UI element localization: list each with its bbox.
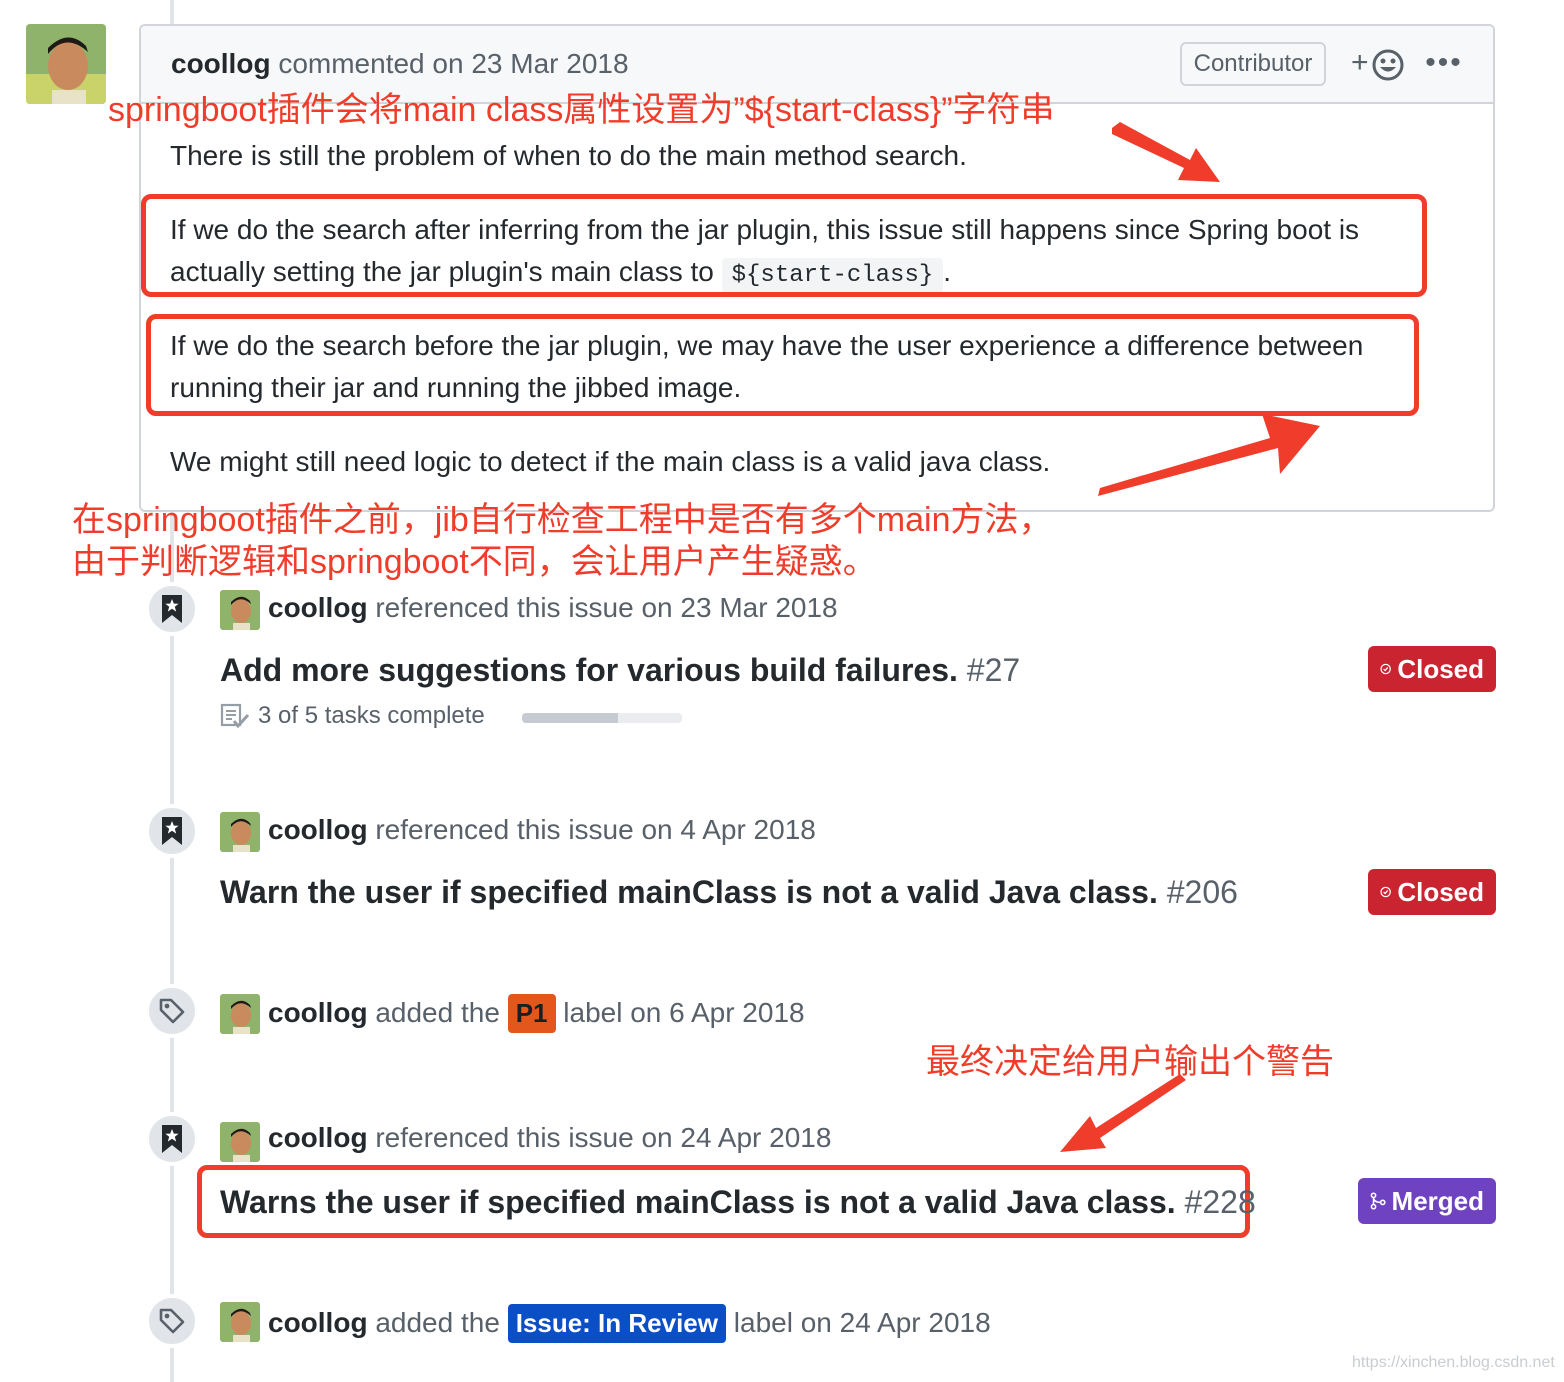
reference-number[interactable]: #206 [1167, 874, 1238, 910]
state-label: Closed [1397, 653, 1484, 684]
merge-icon [1370, 1192, 1386, 1210]
reference-title-1[interactable]: Add more suggestions for various build f… [220, 652, 1020, 689]
reference-title-4[interactable]: Warns the user if specified mainClass is… [220, 1184, 1256, 1221]
bookmark-icon [162, 1125, 182, 1153]
event-description: added the [375, 997, 500, 1028]
label-p1[interactable]: P1 [507, 994, 556, 1033]
reference-title-text[interactable]: Add more suggestions for various build f… [220, 652, 958, 688]
state-badge-closed: Closed [1368, 646, 1496, 692]
bookmark-icon [162, 817, 182, 845]
event-author[interactable]: coollog [268, 1122, 368, 1153]
event-description: added the [375, 1307, 500, 1338]
event-1-text: coollog referenced this issue on 23 Mar … [268, 592, 838, 624]
bookmark-icon [162, 595, 182, 623]
event-description: referenced this issue on 23 Mar 2018 [375, 592, 838, 623]
tag-icon [159, 1308, 185, 1334]
event-description-end: label on 6 Apr 2018 [563, 997, 805, 1028]
timeline-badge-1 [145, 582, 199, 636]
task-progress: 3 of 5 tasks complete [220, 702, 485, 730]
label-issue-in-review[interactable]: Issue: In Review [507, 1304, 726, 1343]
reference-title-text[interactable]: Warns the user if specified mainClass is… [220, 1184, 1176, 1220]
timeline-badge-2 [145, 804, 199, 858]
event-2-text: coollog referenced this issue on 4 Apr 2… [268, 814, 816, 846]
event-avatar[interactable] [220, 1302, 260, 1342]
event-author[interactable]: coollog [268, 814, 368, 845]
reference-number[interactable]: #27 [967, 652, 1020, 688]
event-avatar[interactable] [220, 590, 260, 630]
tag-icon [159, 998, 185, 1024]
timeline-badge-4 [145, 1112, 199, 1166]
annotation-arrows [1060, 122, 1320, 1152]
event-description: referenced this issue on 24 Apr 2018 [375, 1122, 832, 1153]
event-avatar[interactable] [220, 1122, 260, 1162]
event-avatar[interactable] [220, 994, 260, 1034]
state-badge-closed: Closed [1368, 869, 1496, 915]
issue-closed-icon [1380, 886, 1391, 898]
arrow-bottom [1060, 1074, 1186, 1152]
watermark: https://xinchen.blog.csdn.net [1352, 1354, 1555, 1371]
reference-title-2[interactable]: Warn the user if specified mainClass is … [220, 874, 1238, 911]
event-description: referenced this issue on 4 Apr 2018 [375, 814, 816, 845]
event-4-text: coollog referenced this issue on 24 Apr … [268, 1122, 831, 1154]
event-author[interactable]: coollog [268, 1307, 368, 1338]
event-description-end: label on 24 Apr 2018 [733, 1307, 991, 1338]
state-label: Merged [1391, 1185, 1484, 1216]
event-author[interactable]: coollog [268, 592, 368, 623]
arrow-top [1112, 122, 1220, 182]
reference-number[interactable]: #228 [1185, 1184, 1256, 1220]
timeline-badge-3 [145, 984, 199, 1038]
event-5-text: coollog added the Issue: In Review label… [268, 1304, 991, 1343]
event-author[interactable]: coollog [268, 997, 368, 1028]
reference-title-text[interactable]: Warn the user if specified mainClass is … [220, 874, 1158, 910]
event-avatar[interactable] [220, 812, 260, 852]
task-progress-bar [522, 713, 682, 723]
event-3-text: coollog added the P1 label on 6 Apr 2018 [268, 994, 805, 1033]
arrow-middle [1098, 414, 1320, 496]
issue-closed-icon [1380, 663, 1391, 675]
tasklist-icon [220, 703, 250, 729]
state-badge-merged: Merged [1358, 1178, 1496, 1224]
task-progress-fill [522, 713, 618, 723]
state-label: Closed [1397, 876, 1484, 907]
timeline-badge-5 [145, 1294, 199, 1348]
task-progress-text: 3 of 5 tasks complete [258, 702, 485, 729]
